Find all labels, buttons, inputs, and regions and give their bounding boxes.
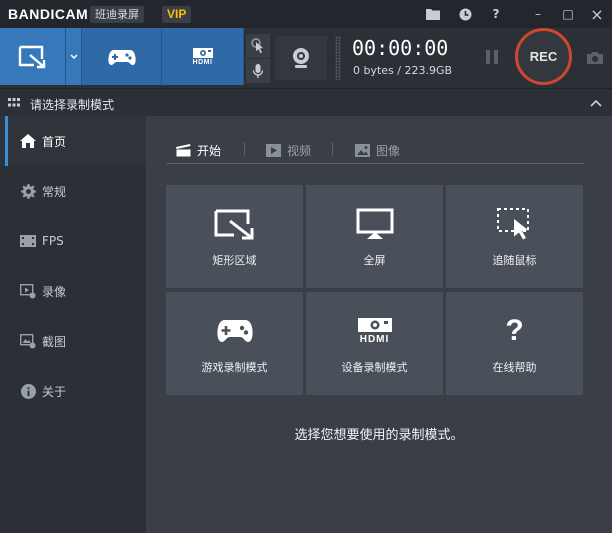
video-settings-icon [20,283,36,299]
gear-icon [20,183,36,199]
device-mode-button[interactable]: HDMI [162,28,244,85]
tile-label: 全屏 [363,253,386,267]
device-icon [192,48,213,58]
cursor-icon [251,38,263,54]
mode-dropdown-button[interactable] [66,28,82,85]
chevron-down-icon [69,53,78,59]
tab-label: 开始 [197,143,222,158]
tile-follow-mouse[interactable]: 追随鼠标 [446,185,583,288]
tile-label: 游戏录制模式 [201,360,268,374]
help-icon: ? [505,313,524,347]
brand-name-cn: 班迪录屏 [90,6,144,23]
rectangle-mode-button[interactable] [0,28,66,85]
tile-device-mode[interactable]: HDMI 设备录制模式 [306,292,443,395]
sidebar-item-label: 录像 [42,284,67,299]
minimize-icon[interactable]: – [527,3,549,25]
tab-video[interactable]: 视频 [266,140,311,160]
tile-label: 在线帮助 [492,360,537,374]
home-icon [20,133,36,149]
info-icon [20,383,36,399]
clapper-icon [176,143,191,157]
grid-icon [8,98,20,107]
game-mode-button[interactable] [82,28,162,85]
brand-name: BANDICAM [8,6,89,22]
tab-start[interactable]: 开始 [176,140,221,160]
sidebar-item-label: 常规 [42,184,67,199]
image-settings-icon [20,333,36,349]
storage-readout: 0 bytes / 223.9GB [353,64,453,77]
section-header: 请选择录制模式 [0,88,612,116]
sidebar-item-video[interactable]: 录像 [0,266,146,316]
tab-image[interactable]: 图像 [355,140,400,160]
vip-badge[interactable]: VIP [162,6,192,23]
pause-button[interactable] [486,50,502,66]
sidebar-item-label: 首页 [42,134,67,149]
sidebar-item-screenshot[interactable]: 截图 [0,316,146,366]
gamepad-icon [107,49,136,65]
record-button[interactable]: REC [515,28,572,85]
hdmi-label: HDMI [359,333,390,345]
hdmi-device-icon [357,317,392,332]
tile-game-mode[interactable]: 游戏录制模式 [166,292,303,395]
tile-label: 追随鼠标 [492,253,537,267]
tab-divider [332,142,333,156]
clock-icon[interactable] [454,3,476,25]
title-bar: BANDICAM 班迪录屏 VIP ? – □ × [0,0,612,28]
fps-icon [20,233,36,249]
sidebar-item-label: 关于 [42,384,67,399]
sidebar-item-home[interactable]: 首页 [0,116,146,166]
recording-timer: 00:00:00 [352,36,449,60]
tile-online-help[interactable]: ? 在线帮助 [446,292,583,395]
sidebar-item-label: FPS [42,234,64,248]
main-panel: 开始 视频 图像 矩形区域 全屏 追随鼠标 游戏录制模式 HDMI 设备录制模式… [146,116,612,533]
sidebar: 首页 常规 FPS 录像 截图 关于 [0,116,146,533]
maximize-icon[interactable]: □ [557,3,579,25]
play-icon [266,143,281,157]
tab-bar: 开始 视频 图像 [166,136,584,164]
sidebar-item-fps[interactable]: FPS [0,216,146,266]
tile-fullscreen[interactable]: 全屏 [306,185,443,288]
image-icon [355,143,370,157]
sidebar-item-general[interactable]: 常规 [0,166,146,216]
tile-label: 设备录制模式 [341,360,408,374]
sidebar-item-label: 截图 [42,334,67,349]
follow-mouse-icon [496,207,529,239]
section-title: 请选择录制模式 [30,98,115,112]
help-icon[interactable]: ? [485,3,507,25]
webcam-icon [293,48,309,68]
camera-icon[interactable] [586,50,604,69]
microphone-icon [252,64,264,78]
mode-hint-text: 选择您想要使用的录制模式。 [294,428,464,443]
cursor-toggle-button[interactable] [246,34,270,58]
sidebar-item-about[interactable]: 关于 [0,366,146,416]
microphone-toggle-button[interactable] [246,59,270,83]
tab-label: 视频 [287,143,312,158]
hdmi-label: HDMI [192,59,213,66]
tab-label: 图像 [376,143,401,158]
webcam-button[interactable] [275,36,327,80]
rec-label: REC [529,49,558,64]
tab-divider [244,142,245,156]
tile-label: 矩形区域 [212,253,257,267]
toolbar-divider [335,36,341,80]
monitor-icon [356,208,393,239]
folder-icon[interactable] [422,3,444,25]
tile-rectangle-area[interactable]: 矩形区域 [166,185,303,288]
rectangle-area-icon [214,209,253,239]
rectangle-area-icon [18,45,45,68]
collapse-chevron-icon[interactable] [590,99,602,107]
gamepad-icon [216,319,253,342]
close-icon[interactable]: × [586,3,608,25]
